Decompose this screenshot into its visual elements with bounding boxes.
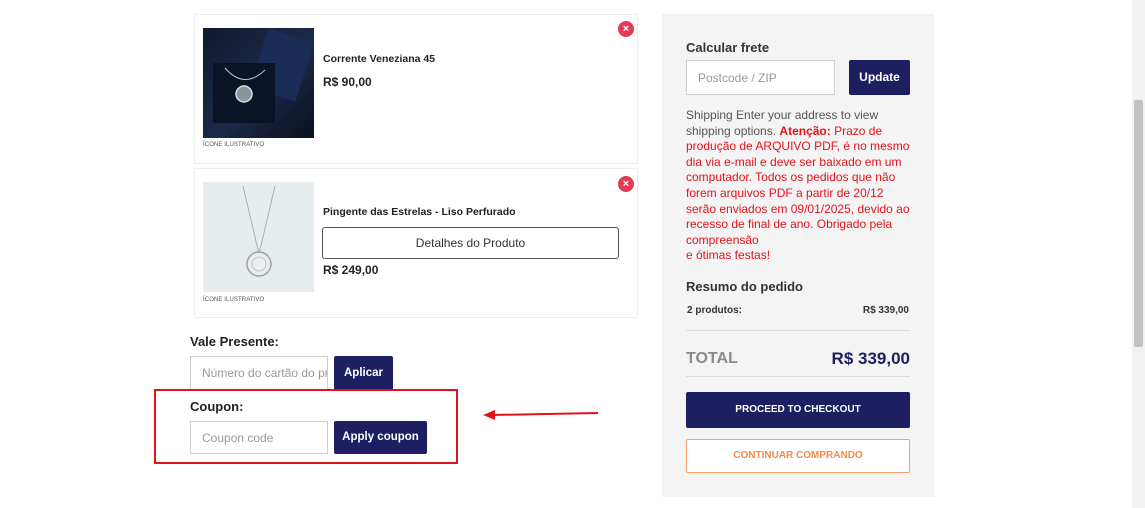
total-divider	[686, 376, 910, 377]
product-image[interactable]	[203, 28, 315, 138]
close-icon: ×	[622, 178, 630, 190]
product-price: R$ 90,00	[323, 75, 372, 89]
shipping-info: Shipping Enter your address to view ship…	[686, 108, 910, 264]
gift-card-label: Vale Presente:	[190, 334, 279, 349]
apply-gift-card-button[interactable]: Aplicar	[334, 356, 393, 390]
necklace-box-image	[213, 28, 315, 123]
product-name[interactable]: Pingente das Estrelas - Liso Perfurado	[323, 206, 516, 218]
warning-text-end: e ótimas festas!	[686, 248, 771, 263]
products-count-label: 2 produtos:	[687, 305, 742, 316]
continue-shopping-button[interactable]: CONTINUAR COMPRANDO	[686, 439, 910, 473]
summary-divider	[686, 330, 910, 331]
total-value: R$ 339,00	[831, 349, 910, 368]
warning-label: Atenção:	[779, 123, 831, 138]
product-image[interactable]	[203, 182, 314, 292]
product-caption: ÍCONE ILUSTRATIVO	[203, 142, 265, 148]
cart-item: ÍCONE ILUSTRATIVO Pingente das Estrelas …	[194, 168, 638, 318]
shipping-title: Calcular frete	[686, 40, 770, 55]
product-details-button[interactable]: Detalhes do Produto	[322, 227, 619, 259]
product-caption: ÍCONE ILUSTRATIVO	[203, 297, 265, 303]
products-subtotal: R$ 339,00	[862, 305, 909, 316]
warning-text: Prazo de produção de ARQUIVO PDF, é no m…	[686, 123, 910, 247]
arrow-left-icon	[483, 410, 599, 420]
highlight-box	[154, 389, 458, 464]
update-shipping-button[interactable]: Update	[849, 60, 910, 95]
remove-item-button[interactable]: ×	[618, 176, 634, 192]
postcode-input[interactable]: Postcode / ZIP	[686, 60, 835, 95]
remove-item-button[interactable]: ×	[618, 21, 634, 37]
close-icon: ×	[622, 23, 630, 35]
proceed-to-checkout-button[interactable]: PROCEED TO CHECKOUT	[686, 392, 910, 428]
pendant-image	[242, 185, 276, 277]
summary-title: Resumo do pedido	[686, 279, 803, 294]
product-price: R$ 249,00	[323, 263, 379, 277]
gift-card-input[interactable]: Número do cartão do presente	[190, 356, 328, 390]
total-label: TOTAL	[686, 350, 738, 367]
scrollbar-thumb[interactable]	[1134, 100, 1143, 347]
product-name[interactable]: Corrente Veneziana 45	[323, 53, 435, 65]
cart-item: ÍCONE ILUSTRATIVO Corrente Veneziana 45 …	[194, 14, 638, 164]
